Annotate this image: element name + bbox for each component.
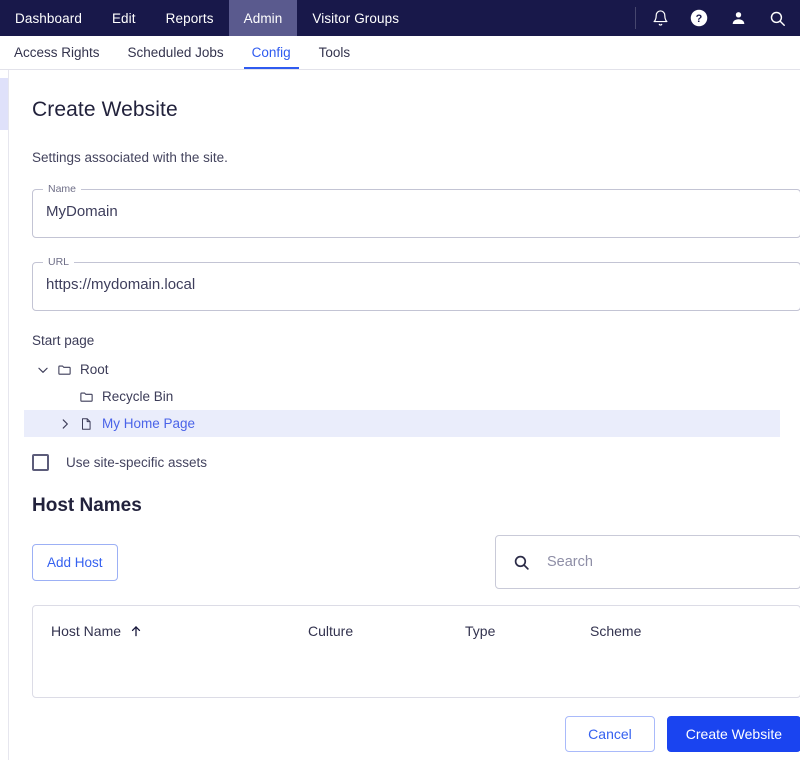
column-header-type[interactable]: Type [465,623,590,639]
tree-node-label: Root [80,362,109,377]
column-header-scheme[interactable]: Scheme [590,623,782,639]
start-page-label: Start page [32,333,95,348]
host-names-title: Host Names [32,495,142,516]
document-icon [76,414,96,434]
topnav-item-admin[interactable]: Admin [228,0,298,36]
name-input[interactable] [46,184,787,238]
add-host-button[interactable]: Add Host [32,543,118,581]
page-body: Create Website Settings associated with … [0,70,800,760]
main-content: Create Website Settings associated with … [9,70,800,760]
tree-node-root[interactable]: Root [24,356,780,383]
url-field[interactable]: URL [32,257,800,311]
host-search-box[interactable] [495,535,800,589]
column-header-label: Scheme [590,623,642,639]
column-header-label: Host Name [51,623,122,639]
page-title: Create Website [32,98,178,121]
search-icon [511,552,531,572]
arrow-up-icon [129,624,143,638]
host-search-input[interactable] [545,553,785,571]
host-names-toolbar: Add Host [32,535,800,589]
topnav-item-reports[interactable]: Reports [151,0,229,36]
subnav-label: Access Rights [14,45,100,60]
chevron-down-icon[interactable] [32,359,54,381]
topnav-label: Dashboard [15,10,82,26]
subnav-item-access-rights[interactable]: Access Rights [0,36,114,69]
svg-text:?: ? [696,13,703,25]
topnav-item-edit[interactable]: Edit [97,0,151,36]
start-page-tree: Root Recycle Bin My Home Page [24,356,780,437]
subnav-item-tools[interactable]: Tools [305,36,365,69]
subnav-item-scheduled-jobs[interactable]: Scheduled Jobs [114,36,238,69]
search-icon[interactable] [766,7,788,29]
chevron-placeholder [54,386,76,408]
tree-node-my-home-page[interactable]: My Home Page [24,410,780,437]
subnav-label: Config [251,45,291,60]
column-header-culture[interactable]: Culture [308,623,465,639]
folder-icon [54,360,74,380]
page-subtitle: Settings associated with the site. [32,150,228,165]
folder-icon [76,387,96,407]
column-header-host-name[interactable]: Host Name [51,623,308,639]
topnav-label: Reports [165,10,214,26]
subnav-label: Tools [318,45,351,60]
table-header-row: Host Name Culture Type Scheme [33,606,800,656]
name-field[interactable]: Name [32,184,800,238]
chevron-right-icon[interactable] [54,413,76,435]
help-icon[interactable]: ? [688,7,710,29]
top-navigation-bar: Dashboard Edit Reports Admin Visitor Gro… [0,0,800,36]
cancel-button[interactable]: Cancel [565,716,655,752]
url-input[interactable] [46,257,787,311]
sub-navigation-bar: Access Rights Scheduled Jobs Config Tool… [0,36,800,70]
subnav-item-config[interactable]: Config [238,36,305,69]
topnav-label: Admin [243,10,283,26]
bell-icon[interactable] [649,7,671,29]
tree-node-label: Recycle Bin [102,389,174,404]
account-icon[interactable] [727,7,749,29]
tree-node-recycle-bin[interactable]: Recycle Bin [24,383,780,410]
column-header-label: Type [465,623,496,639]
topnav-item-visitor-groups[interactable]: Visitor Groups [297,0,414,36]
tree-node-label: My Home Page [102,416,196,431]
top-nav-actions: ? [635,0,800,36]
use-site-specific-assets-row[interactable]: Use site-specific assets [32,447,780,477]
create-website-button[interactable]: Create Website [666,716,800,752]
use-site-specific-assets-checkbox[interactable] [32,453,49,471]
subnav-label: Scheduled Jobs [127,45,224,60]
topnav-label: Edit [111,10,136,26]
form-actions: Cancel Create Website [32,716,800,752]
topnav-label: Visitor Groups [312,10,400,26]
top-nav-items: Dashboard Edit Reports Admin Visitor Gro… [0,0,414,36]
topnav-item-dashboard[interactable]: Dashboard [0,0,97,36]
host-names-table: Host Name Culture Type Scheme [32,605,800,698]
column-header-label: Culture [308,623,354,639]
use-site-specific-assets-label: Use site-specific assets [66,454,208,470]
sidebar-accent-rail [0,78,8,130]
